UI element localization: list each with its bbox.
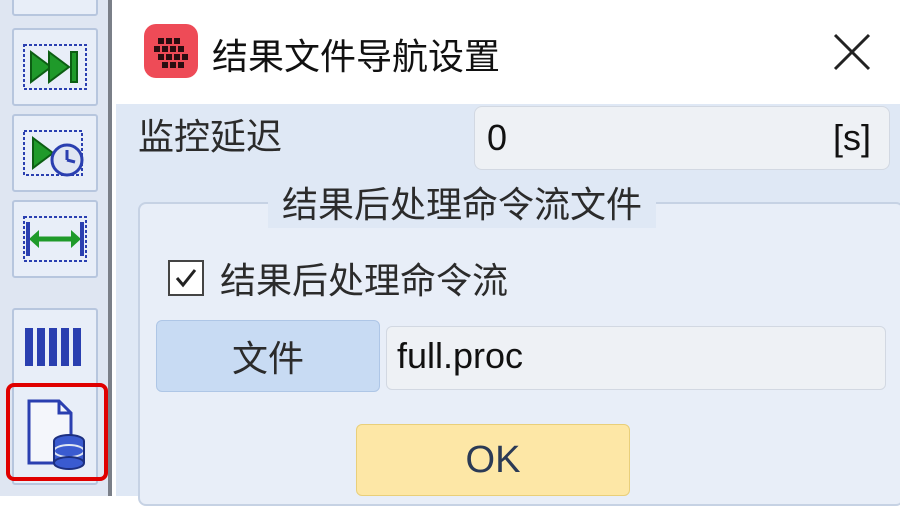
monitor-delay-input[interactable]: 0 [s] <box>474 106 890 170</box>
left-toolbar <box>0 0 112 496</box>
file-path-value: full.proc <box>397 335 524 376</box>
toolbar-button-timed-play[interactable] <box>12 114 98 192</box>
toolbar-button-columns[interactable] <box>12 308 98 386</box>
fast-forward-icon <box>23 44 87 90</box>
close-icon <box>833 33 871 71</box>
checkmark-icon <box>175 269 197 288</box>
monitor-delay-unit: [s] <box>832 117 871 158</box>
dialog-body: 监控延迟 0 [s] 结果后处理命令流 文件 full.proc 结果后处理命令… <box>116 104 900 506</box>
postprocess-checkbox-row: 结果后处理命令流 <box>168 252 508 304</box>
monitor-delay-label: 监控延迟 <box>138 117 283 158</box>
toolbar-button-partial[interactable] <box>12 0 98 16</box>
toolbar-button-resize-width[interactable] <box>12 200 98 278</box>
postprocess-checkbox[interactable] <box>168 260 204 296</box>
postprocess-checkbox-label: 结果后处理命令流 <box>220 261 509 302</box>
columns-icon <box>25 328 81 366</box>
settings-dialog: 结果文件导航设置 监控延迟 0 [s] 结果后处理命令流 文件 full.pro… <box>116 0 900 506</box>
close-button[interactable] <box>826 26 878 78</box>
ok-button[interactable]: OK <box>356 424 630 496</box>
selection-highlight <box>6 383 108 481</box>
timed-play-icon <box>23 130 84 177</box>
monitor-delay-value: 0 <box>487 117 508 158</box>
toolbar-button-fast-forward[interactable] <box>12 28 98 106</box>
postprocess-group-title: 结果后处理命令流文件 <box>268 176 657 228</box>
file-path-input[interactable]: full.proc <box>386 326 886 390</box>
file-button[interactable]: 文件 <box>156 320 380 392</box>
app-icon <box>144 24 198 78</box>
dialog-titlebar: 结果文件导航设置 <box>116 0 900 104</box>
resize-width-icon <box>23 216 87 262</box>
dialog-title: 结果文件导航设置 <box>212 37 501 78</box>
